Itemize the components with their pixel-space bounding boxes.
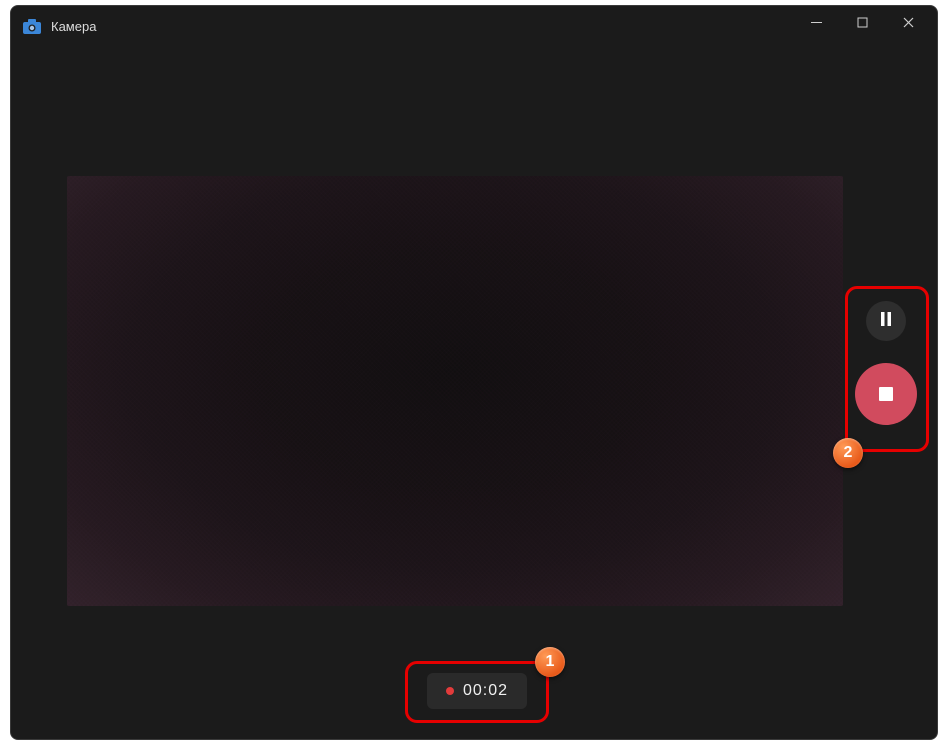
annotation-badge-1: 1 — [535, 647, 565, 677]
titlebar: Камера — [11, 6, 937, 46]
camera-icon — [23, 19, 41, 33]
titlebar-left: Камера — [23, 19, 96, 34]
maximize-button[interactable] — [839, 6, 885, 38]
recording-timer: 00:02 — [427, 673, 527, 709]
timer-text: 00:02 — [463, 682, 508, 700]
app-title: Камера — [51, 19, 96, 34]
window-controls — [793, 6, 931, 46]
stop-icon — [879, 387, 893, 401]
pause-icon — [880, 312, 892, 331]
camera-preview — [67, 176, 843, 606]
app-window: Камера — [10, 5, 938, 740]
stop-button[interactable] — [855, 363, 917, 425]
record-dot-icon — [446, 687, 454, 695]
preview-noise — [67, 176, 843, 606]
pause-button[interactable] — [866, 301, 906, 341]
close-button[interactable] — [885, 6, 931, 38]
recording-controls — [855, 301, 917, 425]
content-area: 00:02 1 2 — [11, 46, 937, 739]
minimize-button[interactable] — [793, 6, 839, 38]
